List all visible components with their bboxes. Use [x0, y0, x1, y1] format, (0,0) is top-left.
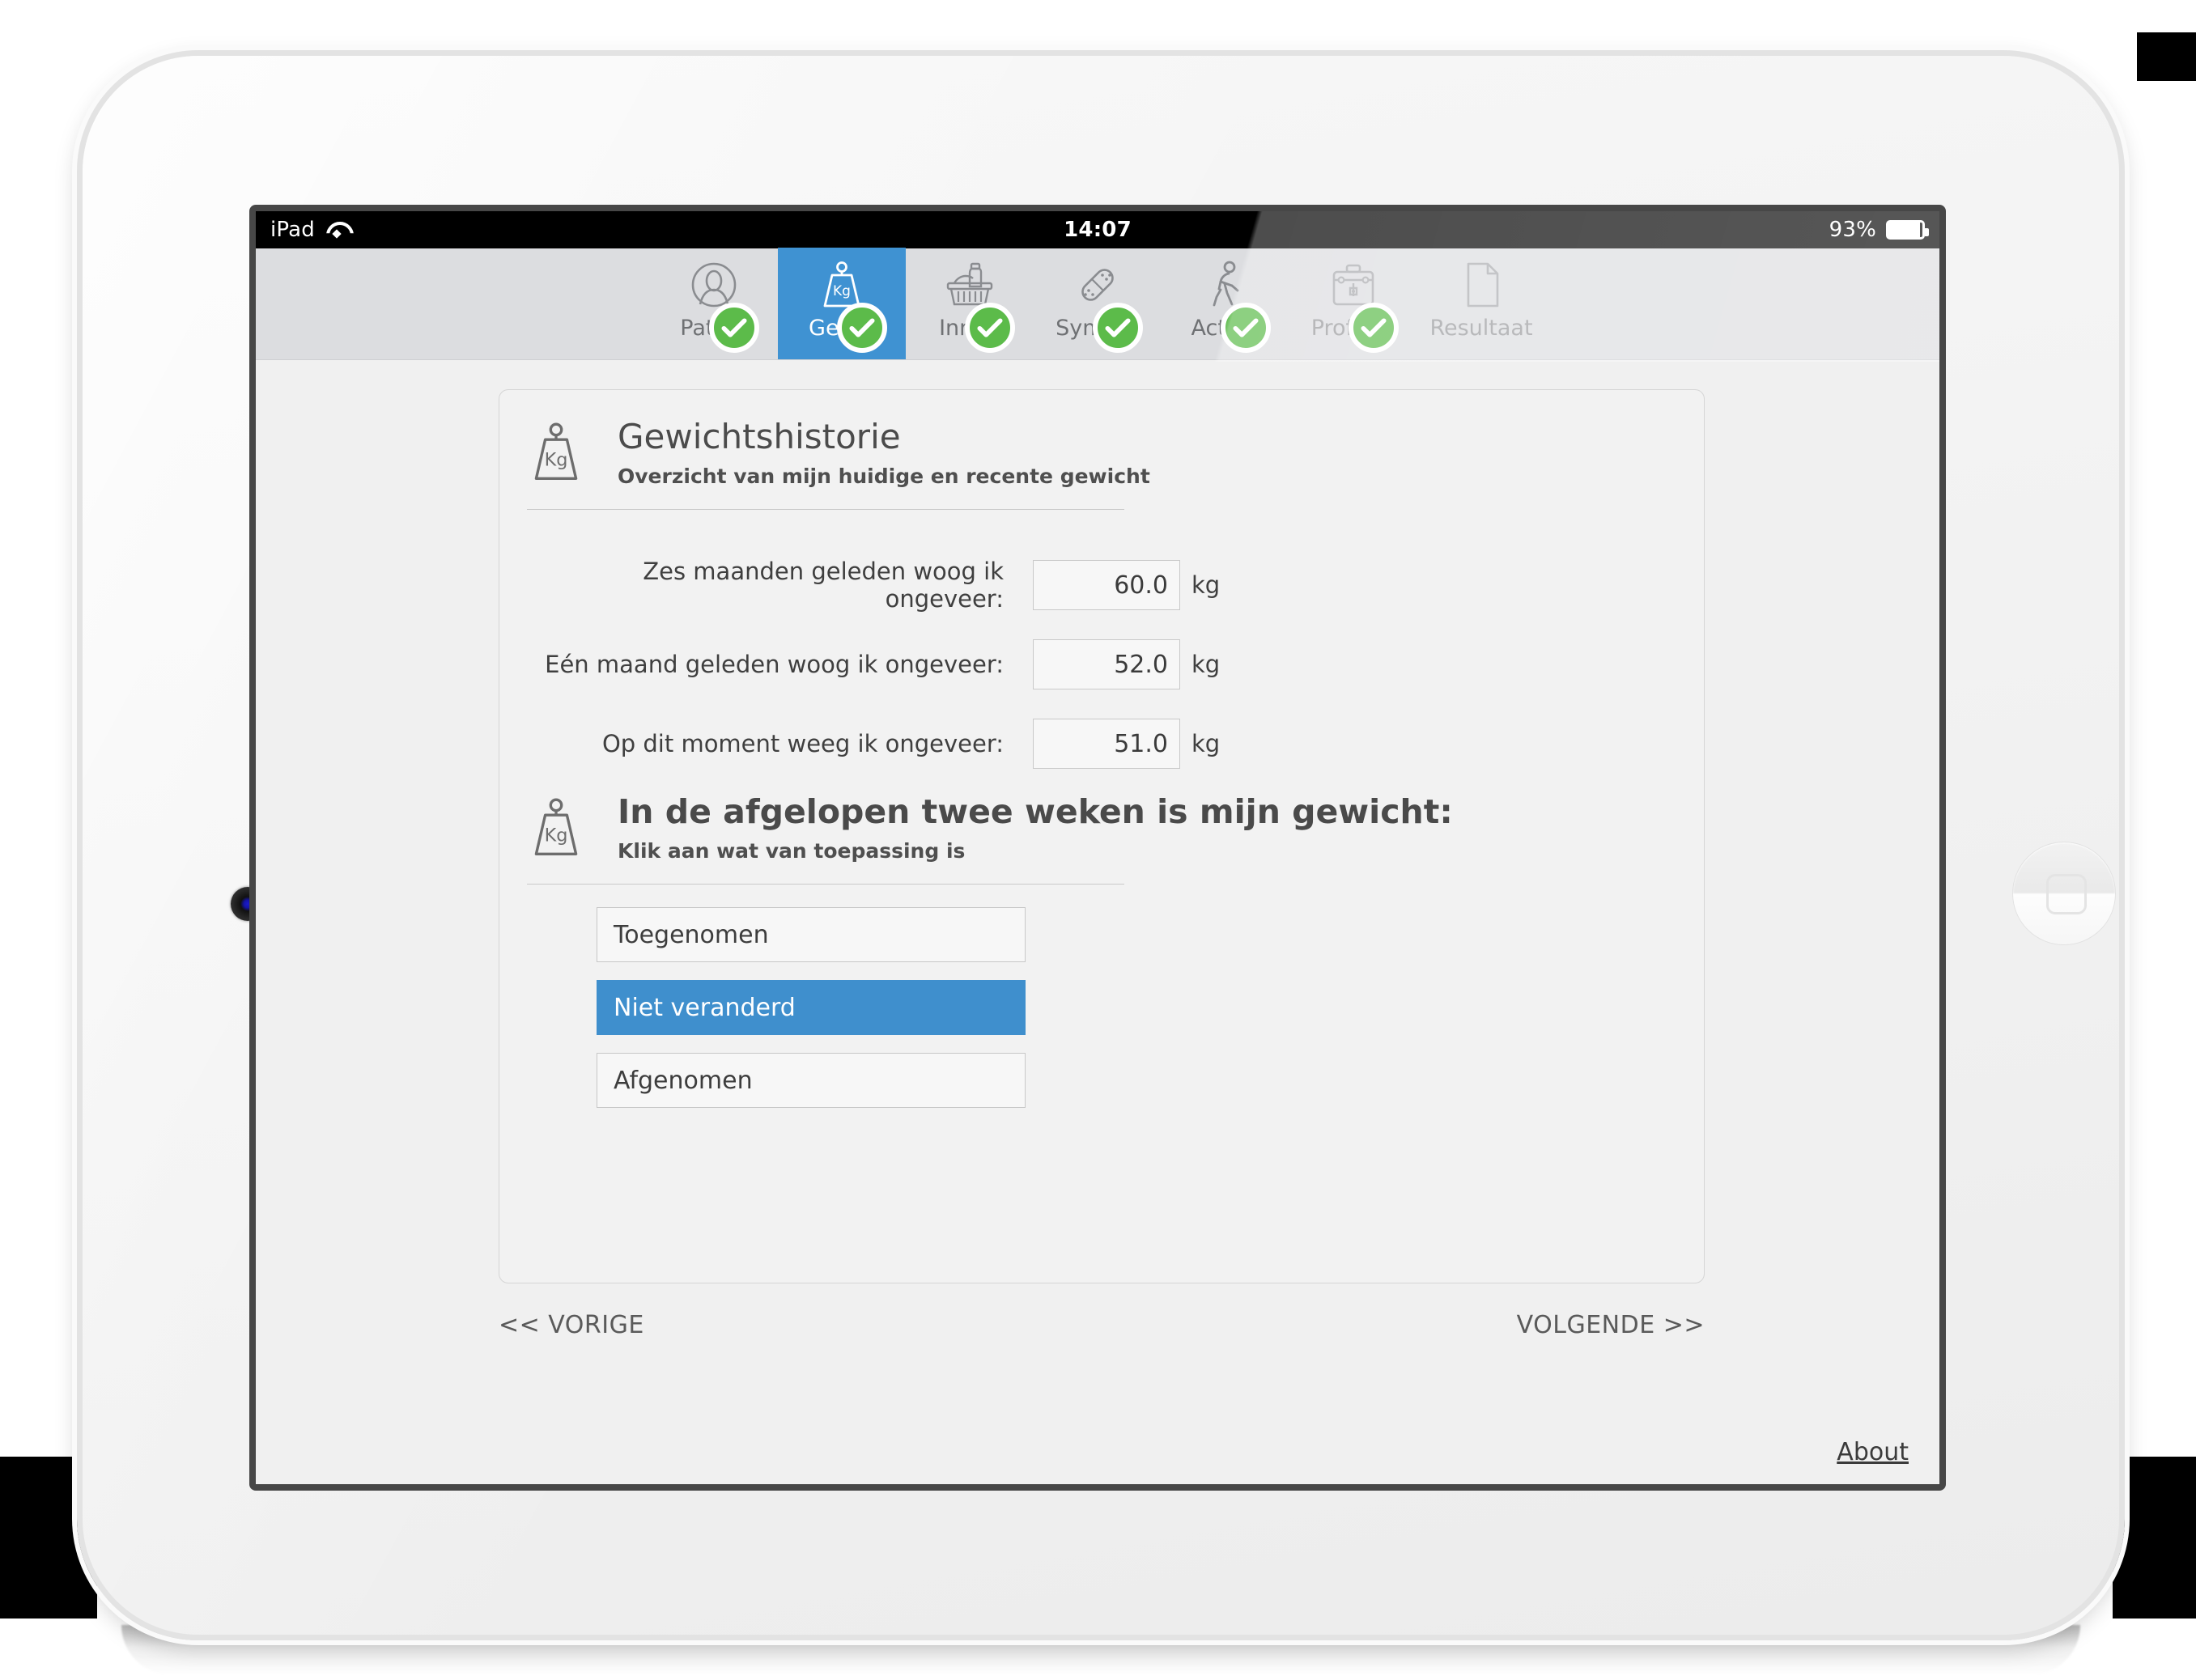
history-section-subtitle: Overzicht van mijn huidige en recente ge… [618, 465, 1150, 489]
weight-row-label: Op dit moment weeg ik ongeveer: [601, 730, 1004, 758]
weight-change-options: Toegenomen Niet veranderd Afgenomen [499, 885, 1704, 1109]
main-content: Kg Gewichtshistorie Overzicht van mijn h… [256, 360, 1939, 1484]
completed-check-icon [1349, 303, 1399, 353]
change-section-header: Kg In de afgelopen twee weken is mijn ge… [499, 783, 1704, 863]
tab-symptomen[interactable]: Sympto [1034, 248, 1162, 359]
svg-text:Kg: Kg [833, 283, 851, 299]
svg-text:Kg: Kg [545, 450, 568, 471]
completed-check-icon [965, 303, 1015, 353]
change-section-title: In de afgelopen twee weken is mijn gewic… [618, 792, 1453, 832]
screen-bezel: iPad 14:07 93% PatiënKgGewicInnanSymptoA… [249, 205, 1946, 1491]
completed-check-icon [1221, 303, 1271, 353]
weight-row: Zes maanden geleden woog ik ongeveer: 60.… [499, 545, 1704, 625]
tab-gewicht[interactable]: KgGewic [778, 248, 906, 359]
weight-unit-label: kg [1191, 571, 1221, 600]
history-section-text: Gewichtshistorie Overzicht van mijn huid… [618, 417, 1150, 489]
corner-artifact-bottom-right [2113, 1457, 2196, 1618]
tab-inname[interactable]: Innan [906, 248, 1034, 359]
battery-icon [1886, 220, 1929, 240]
change-section-text: In de afgelopen twee weken is mijn gewic… [618, 793, 1453, 863]
completed-check-icon [837, 303, 887, 353]
tab-patint[interactable]: Patiën [650, 248, 778, 359]
change-section-subtitle: Klik aan wat van toepassing is [618, 839, 966, 863]
next-button[interactable]: VOLGENDE >> [1517, 1311, 1705, 1339]
tab-label: Resultaat [1429, 316, 1533, 341]
weight-row: Op dit moment weeg ik ongeveer: 51.0 kg [499, 704, 1704, 783]
screenshot-stage: iPad 14:07 93% PatiënKgGewicInnanSymptoA… [0, 0, 2196, 1680]
weight-history-card: Kg Gewichtshistorie Overzicht van mijn h… [499, 389, 1705, 1283]
option-afgenomen[interactable]: Afgenomen [597, 1053, 1026, 1109]
status-bar-right: 93% [1829, 218, 1929, 242]
status-bar: iPad 14:07 93% [256, 211, 1939, 248]
about-link[interactable]: About [1837, 1438, 1909, 1466]
completed-check-icon [709, 303, 759, 353]
history-section-title: Gewichtshistorie [618, 417, 901, 456]
svg-text:Kg: Kg [545, 825, 568, 846]
weight-input[interactable]: 52.0 [1033, 639, 1180, 690]
option-toegenomen[interactable]: Toegenomen [597, 907, 1026, 963]
document-icon [1467, 262, 1499, 308]
tab-resultaat[interactable]: Resultaat [1417, 248, 1545, 359]
ipad-screen: iPad 14:07 93% PatiënKgGewicInnanSymptoA… [256, 211, 1939, 1484]
weight-input[interactable]: 60.0 [1033, 560, 1180, 611]
weight-unit-label: kg [1191, 730, 1221, 758]
history-section-header: Kg Gewichtshistorie Overzicht van mijn h… [499, 390, 1704, 488]
completed-check-icon [1093, 303, 1143, 353]
option-niet-veranderd[interactable]: Niet veranderd [597, 980, 1026, 1036]
battery-percent-label: 93% [1829, 218, 1876, 242]
wizard-tabbar: PatiënKgGewicInnanSymptoActivitProfessi R… [256, 248, 1939, 360]
previous-button[interactable]: << VORIGE [499, 1311, 644, 1339]
tab-activiteit[interactable]: Activit [1162, 248, 1289, 359]
wizard-navigation: << VORIGE VOLGENDE >> [499, 1311, 1705, 1339]
weight-row-label: Zes maanden geleden woog ik ongeveer: [643, 558, 1004, 613]
status-bar-time: 14:07 [1064, 218, 1132, 242]
weight-row: Eén maand geleden woog ik ongeveer: 52.0 k… [499, 625, 1704, 704]
weight-unit-label: kg [1191, 651, 1221, 679]
weight-rows-group: Zes maanden geleden woog ik ongeveer: 60.… [499, 510, 1704, 783]
home-button-icon[interactable] [2012, 842, 2116, 945]
corner-artifact-top-right [2137, 32, 2196, 81]
tab-professional[interactable]: Professi [1289, 248, 1417, 359]
weight-kg-icon: Kg [534, 798, 578, 856]
weight-kg-icon: Kg [534, 422, 578, 480]
weight-input[interactable]: 51.0 [1033, 719, 1180, 770]
weight-row-label: Eén maand geleden woog ik ongeveer: [545, 651, 1004, 679]
